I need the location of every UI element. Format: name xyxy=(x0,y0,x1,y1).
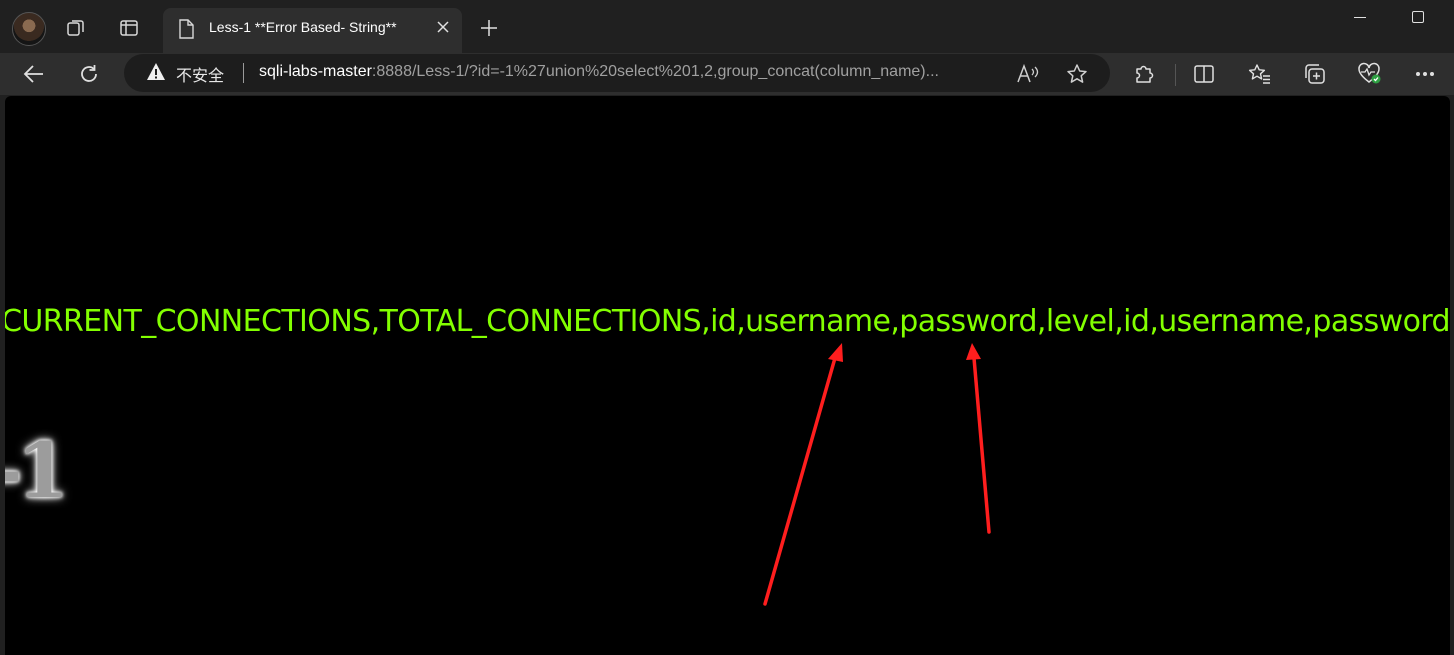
refresh-icon[interactable] xyxy=(72,57,106,91)
back-icon[interactable] xyxy=(17,57,51,91)
browser-toolbar: 不安全 sqli-labs-master:8888/Less-1/?id=-1%… xyxy=(0,53,1454,95)
active-tab[interactable]: Less-1 **Error Based- String** xyxy=(163,8,462,53)
workspaces-icon[interactable] xyxy=(56,8,96,48)
annotation-arrows xyxy=(763,343,991,606)
tab-actions-icon[interactable] xyxy=(109,8,149,48)
collections-icon[interactable] xyxy=(1299,58,1331,90)
page-icon xyxy=(178,19,194,44)
warning-icon[interactable] xyxy=(146,62,166,87)
toolbar-divider xyxy=(1175,64,1176,86)
split-screen-icon[interactable] xyxy=(1188,58,1220,90)
new-tab-icon[interactable] xyxy=(469,8,509,48)
url-text[interactable]: sqli-labs-master:8888/Less-1/?id=-1%27un… xyxy=(259,63,992,81)
url-path: :8888/Less-1/?id=-1%27union%20select%201… xyxy=(371,63,939,80)
maximize-icon[interactable] xyxy=(1412,11,1424,23)
address-divider xyxy=(243,63,244,83)
close-icon[interactable] xyxy=(434,18,452,36)
security-label[interactable]: 不安全 xyxy=(176,62,224,86)
tab-title: Less-1 **Error Based- String** xyxy=(209,19,397,35)
annotation-arrow-username xyxy=(763,343,843,606)
profile-avatar[interactable] xyxy=(12,12,46,46)
minimize-icon[interactable] xyxy=(1354,17,1366,18)
read-aloud-icon[interactable] xyxy=(1012,58,1044,90)
page-content: R,CURRENT_CONNECTIONS,TOTAL_CONNECTIONS,… xyxy=(5,96,1450,655)
favorite-icon[interactable] xyxy=(1061,58,1093,90)
tab-strip: Less-1 **Error Based- String** xyxy=(0,0,1454,53)
browser-essentials-icon[interactable] xyxy=(1354,58,1386,90)
annotation-arrow-password xyxy=(966,343,991,534)
url-host: sqli-labs-master xyxy=(259,63,372,80)
more-icon[interactable] xyxy=(1409,58,1441,90)
extensions-icon[interactable] xyxy=(1128,58,1160,90)
favorites-icon[interactable] xyxy=(1244,58,1276,90)
